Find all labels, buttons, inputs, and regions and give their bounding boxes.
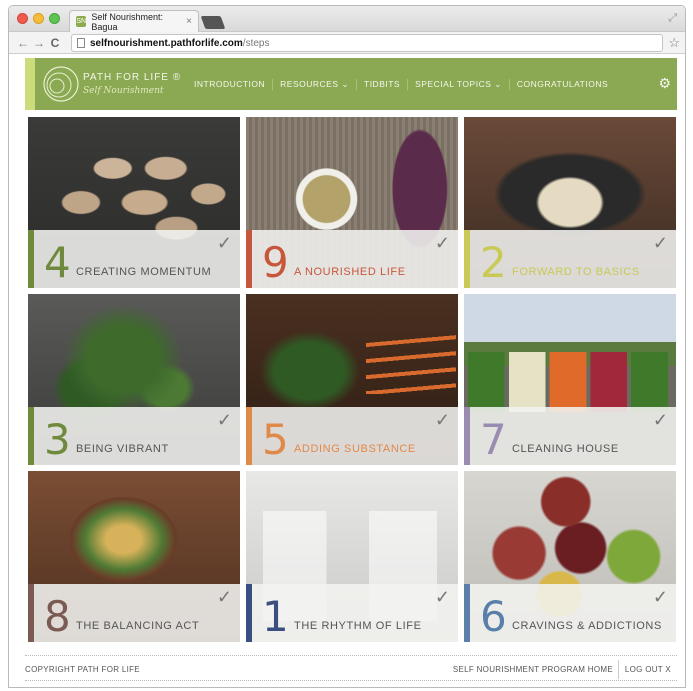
logout-button[interactable]: LOG OUT X [617,660,677,679]
brand-subtitle: Self Nourishment [83,86,164,96]
step-tile-4[interactable]: 4 CREATING MOMENTUM ✓ [28,117,240,288]
check-icon: ✓ [652,410,668,430]
minimize-window-button[interactable] [33,13,44,24]
tile-title: CRAVINGS & ADDICTIONS [512,620,662,632]
program-home-link[interactable]: SELF NOURISHMENT PROGRAM HOME [453,665,613,674]
site-content: PATH FOR LIFE ® Self Nourishment INTRODU… [9,55,685,687]
tile-title: CREATING MOMENTUM [76,266,212,278]
favicon-icon: SN [76,16,87,27]
bookmark-star-icon[interactable]: ☆ [668,35,680,51]
tile-accent [28,584,34,642]
tile-number: 5 [262,415,289,464]
close-window-button[interactable] [17,13,28,24]
tile-number: 7 [480,415,507,464]
tile-accent [246,230,252,288]
new-tab-button[interactable] [200,16,226,29]
check-icon: ✓ [216,233,232,253]
steps-grid: 4 CREATING MOMENTUM ✓ 9 A NOURISHED LIFE… [28,117,676,642]
tile-title: FORWARD TO BASICS [512,266,640,278]
title-bar: SN Self Nourishment: Bagua × ⤢ [9,6,685,32]
step-tile-3[interactable]: 3 BEING VIBRANT ✓ [28,294,240,465]
tile-accent [464,407,470,465]
tile-number: 9 [262,238,289,287]
main-nav: INTRODUCTION RESOURCES ⌄ TIDBITS SPECIAL… [187,79,615,90]
site-footer: COPYRIGHT PATH FOR LIFE SELF NOURISHMENT… [25,655,677,681]
browser-toolbar: ← → C selfnourishment.pathforlife.com /s… [9,32,685,54]
header-accent-stripe [25,58,35,110]
browser-tab[interactable]: SN Self Nourishment: Bagua × [69,10,199,32]
step-tile-9[interactable]: 9 A NOURISHED LIFE ✓ [246,117,458,288]
reload-button[interactable]: C [47,36,63,50]
brand-name[interactable]: PATH FOR LIFE ® [83,72,181,83]
nav-resources[interactable]: RESOURCES ⌄ [273,79,357,90]
browser-window: SN Self Nourishment: Bagua × ⤢ ← → C sel… [8,5,686,688]
check-icon: ✓ [434,410,450,430]
nav-special-topics[interactable]: SPECIAL TOPICS ⌄ [408,79,510,90]
check-icon: ✓ [216,410,232,430]
gear-icon[interactable]: ⚙ [658,75,671,92]
tile-accent [28,230,34,288]
tile-title: THE RHYTHM OF LIFE [294,620,422,632]
tile-number: 6 [480,592,507,641]
tile-accent [246,584,252,642]
step-tile-2[interactable]: 2 FORWARD TO BASICS ✓ [464,117,676,288]
tile-accent [246,407,252,465]
tile-title: ADDING SUBSTANCE [294,443,416,455]
tile-title: CLEANING HOUSE [512,443,619,455]
check-icon: ✓ [652,233,668,253]
site-header: PATH FOR LIFE ® Self Nourishment INTRODU… [25,58,677,110]
forward-button[interactable]: → [31,36,47,50]
step-tile-6[interactable]: 6 CRAVINGS & ADDICTIONS ✓ [464,471,676,642]
tile-number: 8 [44,592,71,641]
address-bar[interactable]: selfnourishment.pathforlife.com /steps [71,34,663,52]
back-button[interactable]: ← [15,36,31,50]
step-tile-5[interactable]: 5 ADDING SUBSTANCE ✓ [246,294,458,465]
nav-introduction[interactable]: INTRODUCTION [187,79,274,90]
tile-title: BEING VIBRANT [76,443,169,455]
step-tile-8[interactable]: 8 THE BALANCING ACT ✓ [28,471,240,642]
step-tile-7[interactable]: 7 CLEANING HOUSE ✓ [464,294,676,465]
nav-tidbits[interactable]: TIDBITS [357,79,409,90]
check-icon: ✓ [216,587,232,607]
zoom-window-button[interactable] [49,13,60,24]
nav-congratulations[interactable]: CONGRATULATIONS [510,79,615,90]
check-icon: ✓ [652,587,668,607]
tile-number: 1 [262,592,289,641]
tile-title: A NOURISHED LIFE [294,266,406,278]
tab-close-icon[interactable]: × [186,16,192,27]
tile-accent [464,584,470,642]
step-tile-1[interactable]: 1 THE RHYTHM OF LIFE ✓ [246,471,458,642]
tile-title: THE BALANCING ACT [76,620,200,632]
check-icon: ✓ [434,233,450,253]
tile-accent [28,407,34,465]
url-host: selfnourishment.pathforlife.com [90,37,243,49]
path-for-life-logo-icon[interactable] [41,64,81,104]
page-icon [77,38,85,48]
tile-accent [464,230,470,288]
url-path: /steps [242,37,270,49]
tile-number: 4 [44,238,71,287]
tab-title: Self Nourishment: Bagua [91,11,163,32]
copyright-text: COPYRIGHT PATH FOR LIFE [25,665,140,674]
fullscreen-icon[interactable]: ⤢ [668,12,677,25]
check-icon: ✓ [434,587,450,607]
tile-number: 3 [44,415,71,464]
tile-number: 2 [480,238,507,287]
